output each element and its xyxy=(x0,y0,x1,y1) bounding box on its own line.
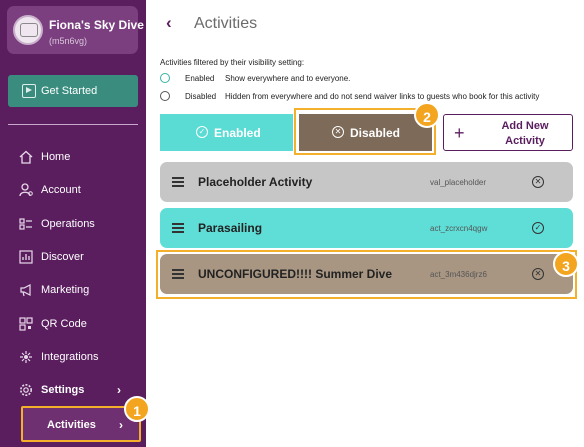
step-badge-2: 2 xyxy=(414,102,440,128)
sidebar-item-label: Activities xyxy=(47,419,96,431)
org-switcher[interactable]: Fiona's Sky Dive (m5n6vg) xyxy=(7,6,144,54)
play-icon xyxy=(22,84,36,98)
activity-row[interactable]: UNCONFIGURED!!!! Summer Dive act_3m436dj… xyxy=(160,254,573,294)
sidebar-item-discover[interactable]: Discover xyxy=(0,244,146,270)
org-id: (m5n6vg) xyxy=(49,36,88,46)
activity-code: val_placeholder xyxy=(430,178,487,187)
app-root: Fiona's Sky Dive (m5n6vg) Get Started Ho… xyxy=(0,0,584,447)
sidebar-item-operations[interactable]: Operations xyxy=(0,211,146,237)
step-badge-3: 3 xyxy=(553,251,579,277)
check-circle-icon xyxy=(160,73,170,83)
sidebar-item-qr-code[interactable]: QR Code xyxy=(0,311,146,337)
filter-intro: Activities filtered by their visibility … xyxy=(160,58,305,67)
chevron-right-icon: › xyxy=(119,418,123,432)
sidebar-item-label: Operations xyxy=(41,218,95,230)
page-title: Activities xyxy=(194,15,258,32)
chevron-right-icon: › xyxy=(117,383,121,397)
legend-disabled-name: Disabled xyxy=(185,92,217,101)
sidebar-item-activities[interactable]: Activities › xyxy=(21,406,141,442)
activity-name: Parasailing xyxy=(198,221,263,235)
legend-enabled-desc: Show everywhere and to everyone. xyxy=(225,74,351,83)
plus-icon: + xyxy=(454,123,465,143)
sidebar-item-marketing[interactable]: Marketing xyxy=(0,277,146,303)
sidebar-item-account[interactable]: Account xyxy=(0,177,146,203)
legend-disabled-desc: Hidden from everywhere and do not send w… xyxy=(225,92,540,101)
x-circle-icon[interactable]: ✕ xyxy=(532,176,544,188)
org-avatar xyxy=(13,15,43,45)
tab-disabled[interactable]: ✕ Disabled xyxy=(299,114,432,151)
sidebar-item-label: Settings xyxy=(41,384,85,396)
activity-row[interactable]: Parasailing act_zcrxcn4qgw ✓ xyxy=(160,208,573,248)
add-new-activity-button[interactable]: + Add New Activity xyxy=(443,114,573,151)
activity-name: UNCONFIGURED!!!! Summer Dive xyxy=(198,267,393,281)
sidebar-item-settings[interactable]: Settings › xyxy=(0,377,146,403)
org-name: Fiona's Sky Dive xyxy=(49,18,144,32)
sidebar-item-label: Integrations xyxy=(41,351,99,363)
discover-icon xyxy=(19,250,33,264)
megaphone-icon xyxy=(20,284,31,297)
check-circle-icon[interactable]: ✓ xyxy=(532,222,544,234)
integrations-icon xyxy=(20,351,32,363)
drag-handle-icon[interactable] xyxy=(172,268,184,280)
get-started-label: Get Started xyxy=(41,85,98,97)
get-started-button[interactable]: Get Started xyxy=(8,75,138,107)
sidebar: Fiona's Sky Dive (m5n6vg) Get Started Ho… xyxy=(0,0,146,447)
sidebar-item-label: Marketing xyxy=(41,284,90,296)
step-badge-1: 1 xyxy=(124,396,150,422)
x-circle-icon: ✕ xyxy=(332,126,344,138)
activity-name: Placeholder Activity xyxy=(198,175,313,189)
gear-icon xyxy=(20,384,32,396)
sidebar-divider xyxy=(8,124,138,125)
x-circle-icon xyxy=(160,91,170,101)
sidebar-item-home[interactable]: Home xyxy=(0,144,146,170)
add-new-activity-label: Add New Activity xyxy=(501,120,549,147)
tab-disabled-label: Disabled xyxy=(350,126,401,140)
activity-row[interactable]: Placeholder Activity val_placeholder ✕ xyxy=(160,162,573,202)
account-icon xyxy=(19,183,33,197)
drag-handle-icon[interactable] xyxy=(172,176,184,188)
activity-code: act_zcrxcn4qgw xyxy=(430,224,488,233)
drag-handle-icon[interactable] xyxy=(172,222,184,234)
home-icon xyxy=(19,150,33,164)
tab-enabled[interactable]: ✓ Enabled xyxy=(160,114,293,151)
operations-icon xyxy=(19,218,32,230)
check-circle-icon: ✓ xyxy=(196,126,208,138)
sidebar-item-label: Account xyxy=(41,184,81,196)
sidebar-item-label: Home xyxy=(41,151,71,163)
sidebar-item-integrations[interactable]: Integrations xyxy=(0,344,146,370)
legend-enabled-name: Enabled xyxy=(185,74,215,83)
back-icon[interactable]: ‹ xyxy=(166,13,172,33)
tab-enabled-label: Enabled xyxy=(214,126,261,140)
sidebar-item-label: Discover xyxy=(41,251,84,263)
qr-code-icon xyxy=(19,317,33,331)
x-circle-icon[interactable]: ✕ xyxy=(532,268,544,280)
activity-code: act_3m436djrz6 xyxy=(430,270,487,279)
sidebar-item-label: QR Code xyxy=(41,318,87,330)
